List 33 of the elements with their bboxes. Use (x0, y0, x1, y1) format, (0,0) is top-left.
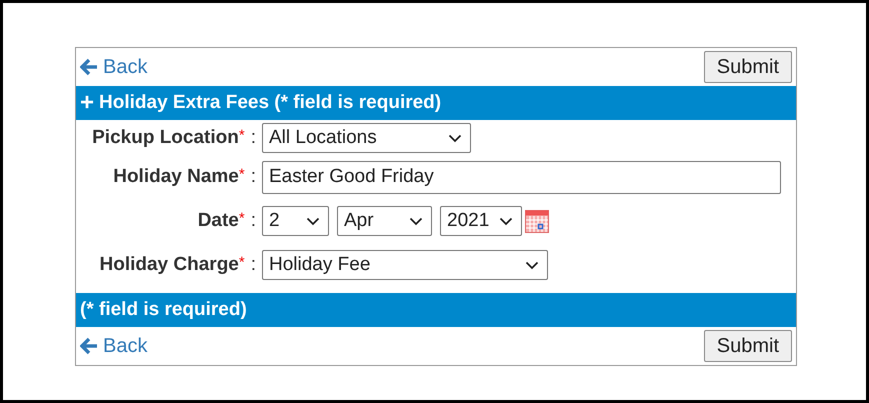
footer-title: (* field is required) (80, 298, 247, 322)
required-asterisk: * (238, 164, 245, 185)
chevron-down-icon (409, 216, 423, 226)
colon: : (250, 252, 256, 277)
month-dropdown[interactable]: Apr (337, 206, 432, 236)
field-label: Holiday Name (113, 164, 239, 189)
required-asterisk: * (238, 252, 245, 273)
calendar-icon[interactable] (525, 210, 549, 232)
chevron-down-icon (306, 216, 320, 226)
text-field[interactable]: Easter Good Friday (262, 160, 781, 194)
chevron-down-icon (499, 216, 513, 226)
header-title: Holiday Extra Fees (* field is required) (99, 90, 442, 115)
back-link[interactable]: Back (80, 52, 148, 82)
colon: : (250, 126, 256, 150)
chevron-down-icon (448, 134, 462, 142)
field-label: Holiday Charge (100, 252, 239, 277)
required-asterisk: * (238, 208, 245, 229)
day-dropdown[interactable]: 2 (262, 206, 329, 236)
field-label: Pickup Location (92, 126, 239, 150)
dropdown[interactable]: All Locations (262, 123, 471, 153)
submit-button[interactable]: Submit (704, 51, 792, 83)
left-arrow-icon (80, 337, 98, 355)
field-label: Date (198, 208, 239, 233)
dropdown[interactable]: Holiday Fee (262, 250, 548, 280)
chevron-down-icon (525, 260, 539, 270)
colon: : (250, 208, 256, 233)
required-asterisk: * (238, 126, 245, 146)
back-link[interactable]: Back (80, 331, 148, 361)
plus-icon: + (80, 91, 94, 115)
left-arrow-icon (80, 58, 98, 76)
year-dropdown[interactable]: 2021 (440, 206, 522, 236)
colon: : (250, 164, 256, 189)
submit-button[interactable]: Submit (704, 330, 792, 362)
